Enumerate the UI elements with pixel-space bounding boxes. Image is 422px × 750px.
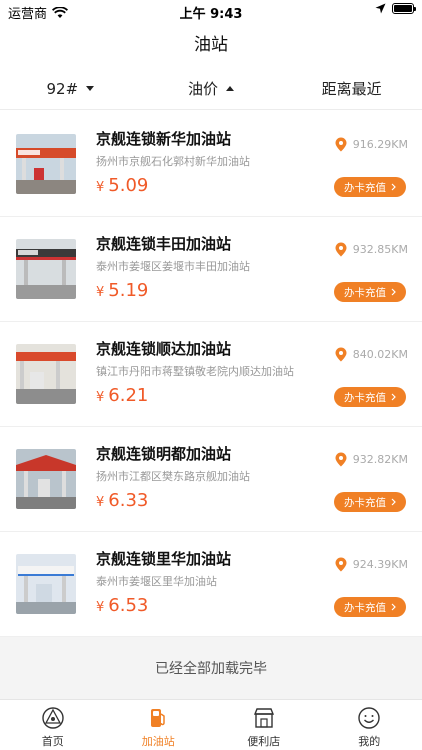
station-price: ¥ 6.53 bbox=[96, 595, 148, 616]
chevron-right-icon bbox=[391, 603, 396, 611]
station-distance: 840.02KM bbox=[335, 347, 408, 362]
tab-label: 我的 bbox=[358, 735, 381, 748]
clock: 上午 9:43 bbox=[179, 7, 243, 22]
card-recharge-button[interactable]: 办卡充值 bbox=[334, 177, 406, 197]
distance-value: 932.82KM bbox=[352, 453, 408, 466]
currency-symbol: ¥ bbox=[96, 180, 105, 195]
tab-label: 加油站 bbox=[141, 735, 175, 748]
location-pin-icon bbox=[335, 137, 347, 152]
location-pin-icon bbox=[335, 452, 347, 467]
tab-label: 便利店 bbox=[247, 735, 281, 748]
oil-type-filter[interactable]: 92# bbox=[0, 68, 141, 109]
price-value: 6.33 bbox=[108, 490, 149, 511]
location-arrow-icon bbox=[375, 3, 386, 14]
station-distance: 916.29KM bbox=[335, 137, 408, 152]
card-recharge-label: 办卡充值 bbox=[344, 391, 386, 404]
caret-down-icon bbox=[86, 86, 95, 91]
price-value: 6.53 bbox=[108, 595, 149, 616]
profile-icon bbox=[358, 707, 380, 729]
caret-up-icon bbox=[226, 86, 235, 91]
tab-label: 首页 bbox=[41, 735, 64, 748]
card-recharge-button[interactable]: 办卡充值 bbox=[334, 282, 406, 302]
store-icon bbox=[253, 708, 274, 728]
station-name: 京舰连锁顺达加油站 bbox=[96, 340, 232, 358]
status-bar: 运营商 上午 9:43 bbox=[0, 0, 422, 22]
chevron-right-icon bbox=[391, 393, 396, 401]
station-item[interactable]: 京舰连锁新华加油站 扬州市京舰石化郭村新华加油站 ¥ 5.09 916.29KM… bbox=[0, 112, 422, 217]
station-price: ¥ 5.19 bbox=[96, 280, 148, 301]
card-recharge-label: 办卡充值 bbox=[344, 601, 386, 614]
station-price: ¥ 6.33 bbox=[96, 490, 148, 511]
chevron-right-icon bbox=[391, 288, 396, 296]
station-photo bbox=[16, 239, 76, 299]
location-pin-icon bbox=[335, 347, 347, 362]
load-complete-message: 已经全部加载完毕 bbox=[0, 637, 422, 699]
fuel-pump-icon bbox=[151, 709, 165, 727]
price-value: 5.19 bbox=[108, 280, 149, 301]
station-distance: 932.82KM bbox=[335, 452, 408, 467]
price-value: 6.21 bbox=[108, 385, 149, 406]
home-icon bbox=[42, 707, 64, 729]
price-sort[interactable]: 油价 bbox=[141, 68, 282, 109]
card-recharge-label: 办卡充值 bbox=[344, 181, 386, 194]
status-right bbox=[375, 3, 416, 14]
battery-icon bbox=[392, 3, 416, 14]
station-item[interactable]: 京舰连锁丰田加油站 泰州市姜堰区姜堰市丰田加油站 ¥ 5.19 932.85KM… bbox=[0, 217, 422, 322]
station-distance: 932.85KM bbox=[335, 242, 408, 257]
tab-home[interactable]: 首页 bbox=[0, 700, 106, 750]
station-price: ¥ 5.09 bbox=[96, 175, 148, 196]
station-photo bbox=[16, 344, 76, 404]
location-pin-icon bbox=[335, 557, 347, 572]
station-item[interactable]: 京舰连锁顺达加油站 镇江市丹阳市蒋墅镇敬老院内顺达加油站 ¥ 6.21 840.… bbox=[0, 322, 422, 427]
tab-bar: 首页 加油站 便利店 我的 bbox=[0, 699, 422, 750]
station-photo bbox=[16, 134, 76, 194]
currency-symbol: ¥ bbox=[96, 285, 105, 300]
distance-value: 932.85KM bbox=[352, 243, 408, 256]
tab-fuel-station[interactable]: 加油站 bbox=[106, 700, 212, 750]
tab-profile[interactable]: 我的 bbox=[317, 700, 422, 750]
distance-value: 924.39KM bbox=[352, 558, 408, 571]
distance-value: 916.29KM bbox=[352, 138, 408, 151]
currency-symbol: ¥ bbox=[96, 390, 105, 405]
station-photo bbox=[16, 554, 76, 614]
station-name: 京舰连锁里华加油站 bbox=[96, 550, 232, 568]
oil-type-label: 92# bbox=[46, 79, 79, 98]
station-item[interactable]: 京舰连锁明都加油站 扬州市江都区樊东路京舰加油站 ¥ 6.33 932.82KM… bbox=[0, 427, 422, 532]
station-name: 京舰连锁明都加油站 bbox=[96, 445, 232, 463]
distance-value: 840.02KM bbox=[352, 348, 408, 361]
distance-sort[interactable]: 距离最近 bbox=[281, 68, 422, 109]
card-recharge-button[interactable]: 办卡充值 bbox=[334, 492, 406, 512]
card-recharge-label: 办卡充值 bbox=[344, 496, 386, 509]
station-photo bbox=[16, 449, 76, 509]
page-title: 油站 bbox=[194, 35, 228, 55]
station-address: 泰州市姜堰区姜堰市丰田加油站 bbox=[96, 260, 250, 273]
card-recharge-button[interactable]: 办卡充值 bbox=[334, 387, 406, 407]
chevron-right-icon bbox=[391, 498, 396, 506]
station-distance: 924.39KM bbox=[335, 557, 408, 572]
station-price: ¥ 6.21 bbox=[96, 385, 148, 406]
card-recharge-button[interactable]: 办卡充值 bbox=[334, 597, 406, 617]
station-address: 泰州市姜堰区里华加油站 bbox=[96, 575, 217, 588]
station-address: 扬州市京舰石化郭村新华加油站 bbox=[96, 155, 250, 168]
station-item[interactable]: 京舰连锁里华加油站 泰州市姜堰区里华加油站 ¥ 6.53 924.39KM 办卡… bbox=[0, 532, 422, 637]
station-name: 京舰连锁新华加油站 bbox=[96, 130, 232, 148]
station-name: 京舰连锁丰田加油站 bbox=[96, 235, 232, 253]
station-list: 京舰连锁新华加油站 扬州市京舰石化郭村新华加油站 ¥ 5.09 916.29KM… bbox=[0, 112, 422, 637]
price-value: 5.09 bbox=[108, 175, 149, 196]
distance-sort-label: 距离最近 bbox=[321, 80, 382, 98]
currency-symbol: ¥ bbox=[96, 600, 105, 615]
chevron-right-icon bbox=[391, 183, 396, 191]
filter-bar: 92# 油价 距离最近 bbox=[0, 68, 422, 110]
location-pin-icon bbox=[335, 242, 347, 257]
currency-symbol: ¥ bbox=[96, 495, 105, 510]
tab-convenience-store[interactable]: 便利店 bbox=[211, 700, 317, 750]
price-sort-label: 油价 bbox=[188, 80, 219, 98]
card-recharge-label: 办卡充值 bbox=[344, 286, 386, 299]
station-address: 镇江市丹阳市蒋墅镇敬老院内顺达加油站 bbox=[96, 365, 294, 378]
station-address: 扬州市江都区樊东路京舰加油站 bbox=[96, 470, 250, 483]
